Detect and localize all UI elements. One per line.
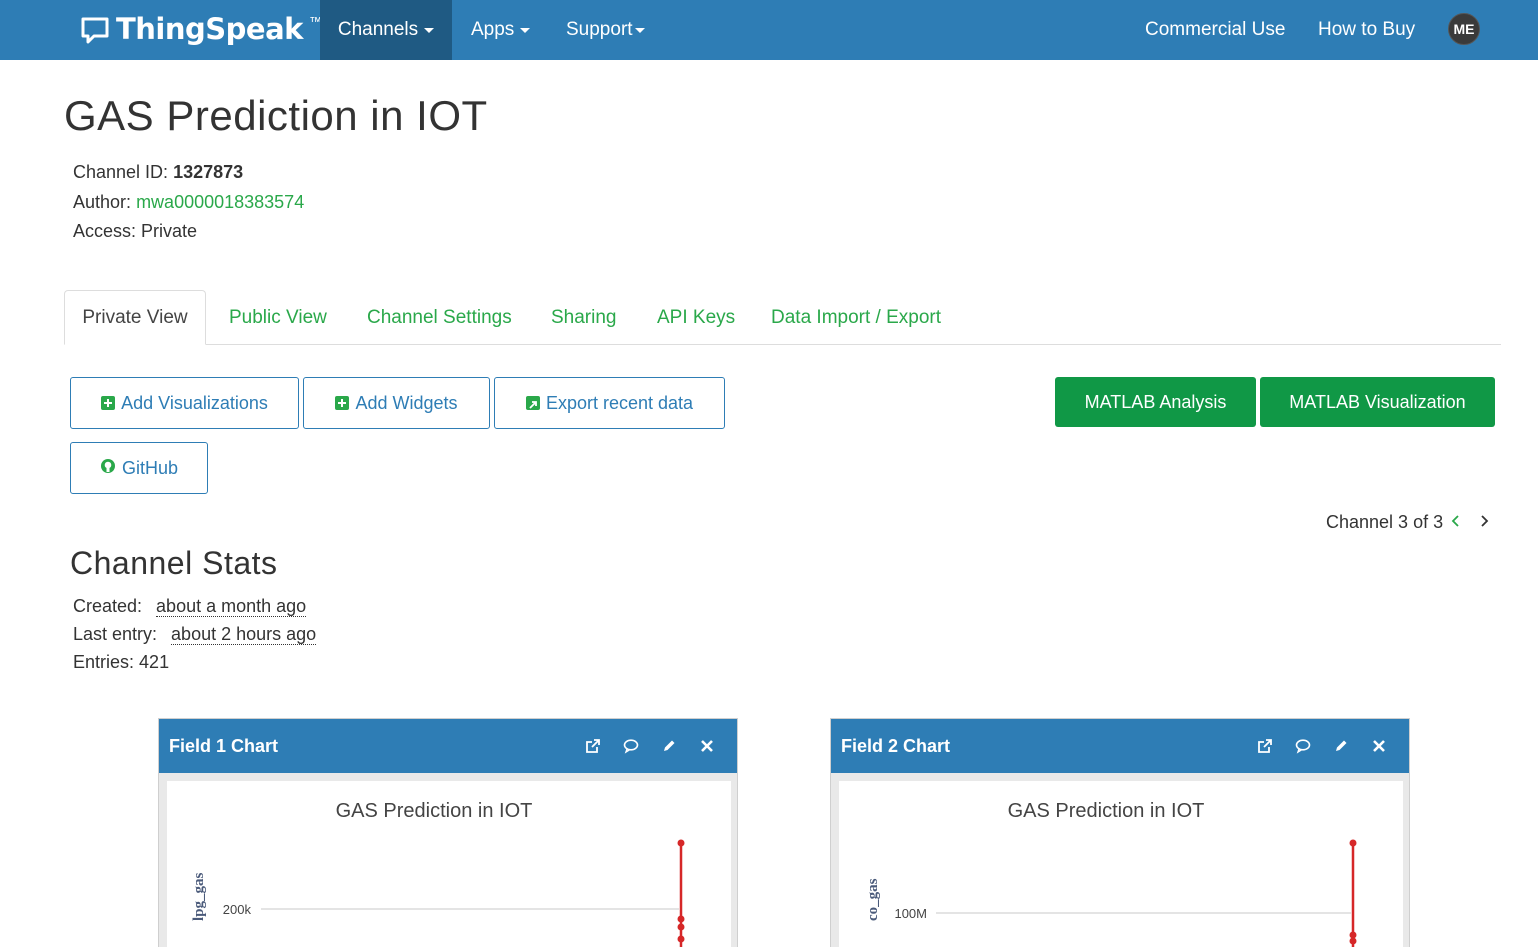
access-row: Access: Private bbox=[73, 221, 197, 242]
github-label: GitHub bbox=[121, 457, 179, 478]
add-widgets-button[interactable]: Add Widgets bbox=[303, 377, 490, 429]
chevron-right-icon[interactable] bbox=[1479, 512, 1489, 533]
stat-entries-label: Entries: bbox=[73, 652, 135, 672]
data-point[interactable] bbox=[1349, 931, 1357, 939]
data-point[interactable] bbox=[677, 923, 685, 931]
data-point[interactable] bbox=[1349, 839, 1357, 847]
caret-down-icon bbox=[634, 27, 645, 33]
panel-header: Field 2 Chart bbox=[831, 719, 1409, 773]
nav-how-to-buy-label: How to Buy bbox=[1318, 19, 1416, 40]
nav-channels[interactable]: Channels bbox=[320, 0, 452, 60]
panel-tools bbox=[1257, 719, 1387, 773]
channel-id-label: Channel ID: bbox=[73, 162, 169, 182]
chart-y-tick: 100M bbox=[894, 906, 927, 921]
stat-last-entry: Last entry: about 2 hours ago bbox=[73, 624, 317, 645]
author-link[interactable]: mwa0000018383574 bbox=[136, 192, 304, 212]
tab-channel-settings[interactable]: Channel Settings bbox=[367, 290, 512, 345]
stat-created: Created: about a month ago bbox=[73, 596, 307, 617]
tab-private-view[interactable]: Private View bbox=[64, 290, 206, 345]
tab-sharing[interactable]: Sharing bbox=[551, 290, 617, 345]
tab-public-view[interactable]: Public View bbox=[229, 290, 327, 345]
chart-y-label: co_gas bbox=[865, 878, 881, 921]
author-row: Author: mwa0000018383574 bbox=[73, 192, 304, 213]
github-button[interactable]: GitHub bbox=[70, 442, 208, 494]
external-link-icon[interactable] bbox=[585, 738, 601, 754]
pencil-icon[interactable] bbox=[1333, 738, 1349, 754]
tab-data-import-export[interactable]: Data Import / Export bbox=[771, 290, 941, 345]
chat-bubble-icon bbox=[80, 15, 110, 44]
data-point[interactable] bbox=[677, 915, 685, 923]
add-visualizations-button[interactable]: Add Visualizations bbox=[70, 377, 299, 429]
data-point[interactable] bbox=[1349, 937, 1357, 945]
caret-down-icon bbox=[424, 27, 435, 33]
plus-square-icon bbox=[335, 396, 350, 410]
close-icon[interactable] bbox=[699, 738, 715, 754]
top-navbar: ThingSpeak ™ Channels Apps Support Commer… bbox=[0, 0, 1538, 60]
channel-pager-label: Channel 3 of 3 bbox=[1326, 512, 1444, 532]
field-2-chart-panel: Field 2 Chart GAS Prediction in IOT co_g… bbox=[830, 718, 1410, 947]
chevron-left-icon[interactable] bbox=[1451, 512, 1461, 533]
panel-title: Field 2 Chart bbox=[841, 735, 951, 756]
matlab-analysis-button[interactable]: MATLAB Analysis bbox=[1055, 377, 1256, 427]
comment-icon[interactable] bbox=[623, 738, 639, 754]
brand-logo[interactable]: ThingSpeak ™ bbox=[80, 9, 322, 49]
stat-entries: Entries: 421 bbox=[73, 652, 169, 673]
chart-title: GAS Prediction in IOT bbox=[1008, 800, 1205, 822]
external-link-icon[interactable] bbox=[1257, 738, 1273, 754]
export-recent-data-label: Export recent data bbox=[545, 392, 694, 413]
nav-commercial-use[interactable]: Commercial Use bbox=[1126, 0, 1304, 60]
user-avatar[interactable]: ME bbox=[1448, 13, 1480, 45]
stat-last-entry-value: about 2 hours ago bbox=[171, 624, 317, 645]
export-recent-data-button[interactable]: Export recent data bbox=[494, 377, 725, 429]
brand-name: ThingSpeak bbox=[116, 12, 303, 46]
add-visualizations-label: Add Visualizations bbox=[121, 392, 268, 413]
chart-title: GAS Prediction in IOT bbox=[336, 800, 533, 822]
chart-area: GAS Prediction in IOT co_gas 100M bbox=[839, 781, 1403, 947]
chart-y-tick: 200k bbox=[223, 902, 252, 917]
caret-down-icon bbox=[520, 27, 531, 33]
field-1-chart-panel: Field 1 Chart GAS Prediction in IOT lpg_… bbox=[158, 718, 738, 947]
comment-icon[interactable] bbox=[1295, 738, 1311, 754]
channel-stats-title: Channel Stats bbox=[70, 545, 278, 581]
close-icon[interactable] bbox=[1371, 738, 1387, 754]
page-title: GAS Prediction in IOT bbox=[64, 92, 488, 139]
stat-created-value: about a month ago bbox=[156, 596, 307, 617]
nav-commercial-use-label: Commercial Use bbox=[1145, 19, 1286, 40]
data-point[interactable] bbox=[677, 839, 685, 847]
stat-last-entry-label: Last entry: bbox=[73, 624, 158, 644]
channel-pager: Channel 3 of 3 bbox=[1326, 512, 1489, 533]
github-icon bbox=[100, 458, 116, 479]
stat-entries-value: 421 bbox=[139, 652, 170, 672]
access-label: Access: bbox=[73, 221, 137, 241]
nav-support-label: Support bbox=[566, 19, 633, 40]
channel-id-row: Channel ID: 1327873 bbox=[73, 162, 243, 183]
author-label: Author: bbox=[73, 192, 132, 212]
chart-area: GAS Prediction in IOT lpg_gas 200k bbox=[167, 781, 731, 947]
external-link-square-icon bbox=[525, 396, 540, 410]
nav-support[interactable]: Support bbox=[547, 0, 664, 60]
nav-apps-label: Apps bbox=[471, 19, 515, 40]
pencil-icon[interactable] bbox=[661, 738, 677, 754]
nav-apps[interactable]: Apps bbox=[452, 0, 549, 60]
channel-id-value: 1327873 bbox=[173, 162, 244, 182]
plus-square-icon bbox=[101, 396, 116, 410]
data-point[interactable] bbox=[677, 935, 685, 943]
matlab-visualization-button[interactable]: MATLAB Visualization bbox=[1260, 377, 1495, 427]
nav-how-to-buy[interactable]: How to Buy bbox=[1299, 0, 1434, 60]
tab-api-keys[interactable]: API Keys bbox=[657, 290, 735, 345]
chart-svg: GAS Prediction in IOT co_gas 100M bbox=[865, 800, 1357, 947]
panel-title: Field 1 Chart bbox=[169, 735, 279, 756]
add-widgets-label: Add Widgets bbox=[355, 392, 458, 413]
panel-header: Field 1 Chart bbox=[159, 719, 737, 773]
panel-tools bbox=[585, 719, 715, 773]
chart-y-label: lpg_gas bbox=[191, 872, 207, 921]
stat-created-label: Created: bbox=[73, 596, 143, 616]
access-value: Private bbox=[141, 221, 198, 241]
chart-svg: GAS Prediction in IOT lpg_gas 200k bbox=[191, 800, 685, 947]
nav-channels-label: Channels bbox=[337, 19, 419, 40]
